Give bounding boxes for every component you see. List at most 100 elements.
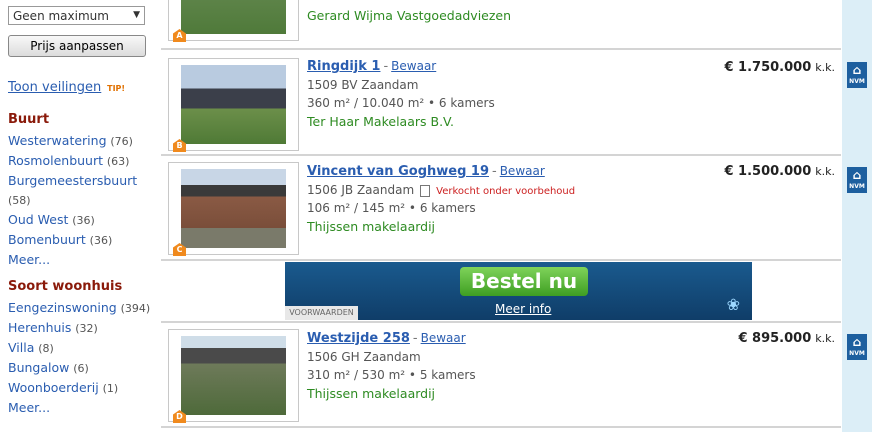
divider — [161, 154, 841, 156]
max-price-value: Geen maximum — [13, 9, 109, 23]
price: € 1.750.000 k.k. — [724, 60, 835, 75]
filter-link[interactable]: Westerwatering — [8, 133, 107, 148]
filter-sidebar: Geen maximum ▼ Prijs aanpassen Toon veil… — [0, 0, 160, 432]
listing-title-link[interactable]: Vincent van Goghweg 19 — [307, 164, 489, 179]
price-suffix: k.k. — [815, 165, 835, 178]
nvm-label: NVM — [849, 183, 865, 190]
list-item: Meer... — [8, 398, 150, 418]
listing-photo[interactable]: A — [168, 0, 299, 42]
list-item: Meer... — [8, 250, 137, 270]
nvm-house-icon: ⌂ — [852, 168, 862, 182]
house-photo — [181, 0, 286, 34]
listing-title-row: Westzijde 258- Bewaar — [307, 331, 466, 346]
soort-list: Eengezinswoning (394) Herenhuis (32) Vil… — [8, 298, 150, 418]
nvm-label: NVM — [849, 350, 865, 357]
agent-name[interactable]: Gerard Wijma Vastgoedadviezen — [307, 8, 511, 23]
filter-count: (6) — [73, 362, 89, 375]
divider — [161, 48, 841, 50]
filter-count: (36) — [72, 214, 95, 227]
listing-photo[interactable]: B — [168, 58, 299, 152]
house-photo — [181, 336, 286, 415]
apply-price-button[interactable]: Prijs aanpassen — [8, 35, 146, 57]
filter-link[interactable]: Herenhuis — [8, 320, 71, 335]
list-item: Westerwatering (76) — [8, 131, 137, 151]
filter-count: (1) — [102, 382, 119, 395]
order-now-button[interactable]: Bestel nu — [460, 267, 588, 296]
list-item: Oud West (36) — [8, 210, 137, 230]
house-photo — [181, 169, 286, 248]
price: € 1.500.000 k.k. — [724, 164, 835, 179]
filter-link[interactable]: Eengezinswoning — [8, 300, 117, 315]
listing-specs: 360 m² / 10.040 m² • 6 kamers — [307, 96, 495, 110]
list-item: Bomenbuurt (36) — [8, 230, 137, 250]
save-link[interactable]: Bewaar — [391, 59, 436, 73]
more-link[interactable]: Meer... — [8, 400, 50, 415]
filter-link[interactable]: Bungalow — [8, 360, 69, 375]
postal-code: 1506 GH Zaandam — [307, 350, 421, 364]
price-value: € 1.750.000 — [724, 60, 812, 75]
listing-specs: 310 m² / 530 m² • 5 kamers — [307, 368, 476, 382]
listing-photo[interactable]: C — [168, 162, 299, 256]
ad-banner[interactable]: Bestel nu Meer info VOORWAARDEN ❀ — [285, 262, 752, 320]
list-item: Eengezinswoning (394) — [8, 298, 150, 318]
price-value: € 1.500.000 — [724, 164, 812, 179]
listing-title-row: Vincent van Goghweg 19- Bewaar — [307, 164, 545, 179]
list-item: Burgemeestersbuurt — [8, 171, 137, 191]
price-suffix: k.k. — [815, 332, 835, 345]
listing-title-row: Ringdijk 1- Bewaar — [307, 59, 437, 74]
filter-link[interactable]: Woonboerderij — [8, 380, 99, 395]
status-label: Verkocht onder voorbehoud — [436, 186, 576, 197]
flame-logo-icon: ❀ — [726, 295, 740, 314]
filter-count: (32) — [75, 322, 98, 335]
save-link[interactable]: Bewaar — [421, 331, 466, 345]
show-auctions-link[interactable]: Toon veilingen — [8, 80, 101, 95]
agent-name[interactable]: Thijssen makelaardij — [307, 386, 435, 401]
divider — [161, 321, 841, 323]
listing-title-link[interactable]: Ringdijk 1 — [307, 59, 380, 74]
soort-heading: Soort woonhuis — [8, 279, 123, 294]
terms-label[interactable]: VOORWAARDEN — [285, 306, 358, 320]
nvm-logo: ⌂ NVM — [847, 167, 867, 193]
list-item: Herenhuis (32) — [8, 318, 150, 338]
house-photo — [181, 65, 286, 144]
nvm-logo: ⌂ NVM — [847, 62, 867, 88]
price-value: € 895.000 — [738, 331, 812, 346]
list-item: Woonboerderij (1) — [8, 378, 150, 398]
max-price-select[interactable]: Geen maximum ▼ — [8, 6, 145, 25]
tip-label: TIP! — [107, 84, 126, 93]
filter-link[interactable]: Burgemeestersbuurt — [8, 173, 137, 188]
listing-photo[interactable]: D — [168, 329, 299, 423]
document-icon — [420, 184, 431, 197]
save-link[interactable]: Bewaar — [500, 164, 545, 178]
postal-code: 1506 JB Zaandam — [307, 183, 415, 197]
agent-name[interactable]: Ter Haar Makelaars B.V. — [307, 114, 454, 129]
listing-title-link[interactable]: Westzijde 258 — [307, 331, 410, 346]
divider — [161, 426, 841, 428]
postal-row: 1506 JB Zaandam Verkocht onder voorbehoud — [307, 183, 575, 197]
agent-name[interactable]: Thijssen makelaardij — [307, 219, 435, 234]
nvm-logo: ⌂ NVM — [847, 334, 867, 360]
price-suffix: k.k. — [815, 61, 835, 74]
filter-count: (36) — [89, 234, 113, 247]
chevron-down-icon: ▼ — [133, 10, 140, 20]
more-info-link[interactable]: Meer info — [495, 302, 551, 316]
filter-link[interactable]: Villa — [8, 340, 34, 355]
listing-specs: 106 m² / 145 m² • 6 kamers — [307, 201, 476, 215]
more-link[interactable]: Meer... — [8, 252, 50, 267]
price: € 895.000 k.k. — [738, 331, 835, 346]
postal-code: 1509 BV Zaandam — [307, 78, 419, 92]
list-item: Bungalow (6) — [8, 358, 150, 378]
list-item: Rosmolenbuurt (63) — [8, 151, 137, 171]
filter-link[interactable]: Rosmolenbuurt — [8, 153, 103, 168]
buurt-heading: Buurt — [8, 112, 50, 127]
divider — [161, 259, 841, 261]
nvm-house-icon: ⌂ — [852, 63, 862, 77]
filter-link[interactable]: Bomenbuurt — [8, 232, 86, 247]
filter-count: (8) — [38, 342, 54, 355]
auctions-row: Toon veilingen TIP! — [8, 80, 125, 95]
filter-link[interactable]: Oud West — [8, 212, 68, 227]
filter-count: (58) — [8, 194, 31, 207]
list-item: (58) — [8, 191, 137, 210]
filter-count: (76) — [110, 135, 133, 148]
list-item: Villa (8) — [8, 338, 150, 358]
